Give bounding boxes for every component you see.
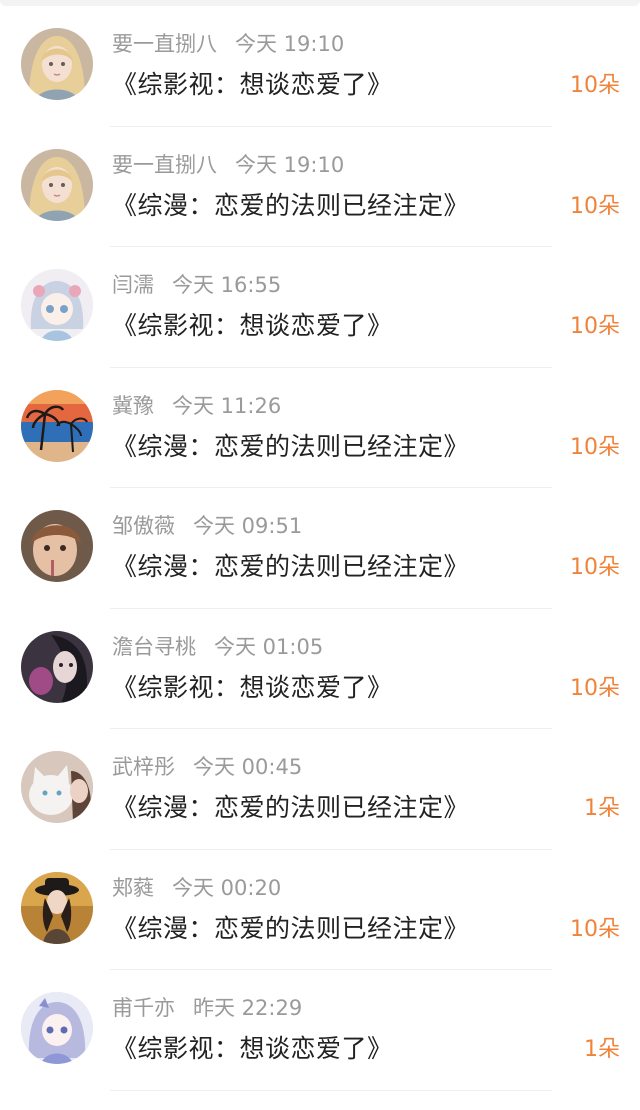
- timestamp: 今天 00:20: [172, 875, 282, 900]
- timestamp: 昨天 22:29: [193, 996, 303, 1020]
- list-item[interactable]: 甫千亦 昨天 22:29 《综影视：想谈恋爱了》 1朵: [0, 970, 640, 1091]
- book-title[interactable]: 《综影视：想谈恋爱了》: [112, 309, 393, 343]
- meta-line: 澹台寻桃 今天 01:05: [112, 633, 323, 661]
- book-title[interactable]: 《综影视：想谈恋爱了》: [112, 671, 393, 705]
- avatar-girl-blonde-icon[interactable]: [21, 148, 93, 221]
- username[interactable]: 邹傲薇: [112, 514, 175, 538]
- flower-count: 10朵: [570, 916, 620, 942]
- username[interactable]: 要一直捌八: [112, 32, 217, 56]
- avatar-dark-portrait-icon[interactable]: [21, 630, 93, 703]
- flower-count: 1朵: [584, 1037, 620, 1062]
- book-title[interactable]: 《综漫：恋爱的法则已经注定》: [112, 430, 469, 464]
- book-title[interactable]: 《综影视：想谈恋爱了》: [112, 68, 393, 102]
- list-item[interactable]: 要一直捌八 今天 19:10 《综漫：恋爱的法则已经注定》 10朵: [0, 127, 640, 247]
- meta-line: 冀豫 今天 11:26: [112, 392, 281, 420]
- username[interactable]: 要一直捌八: [112, 153, 217, 177]
- username[interactable]: 郏蕤: [112, 876, 154, 900]
- book-title[interactable]: 《综漫：恋爱的法则已经注定》: [112, 189, 469, 223]
- meta-line: 要一直捌八 今天 19:10: [112, 151, 344, 179]
- timestamp: 今天 01:05: [214, 634, 324, 659]
- meta-line: 邹傲薇 今天 09:51: [112, 512, 302, 540]
- meta-line: 要一直捌八 今天 19:10: [112, 30, 344, 58]
- list-item[interactable]: 冀豫 今天 11:26 《综漫：恋爱的法则已经注定》 10朵: [0, 368, 640, 488]
- list-item[interactable]: 郏蕤 今天 00:20 《综漫：恋爱的法则已经注定》 10朵: [0, 850, 640, 970]
- book-title[interactable]: 《综漫：恋爱的法则已经注定》: [112, 791, 469, 825]
- gift-record-list: 要一直捌八 今天 19:10 《综影视：想谈恋爱了》 10朵 要一直捌八 今天 19…: [0, 6, 640, 1091]
- timestamp: 今天 16:55: [172, 273, 282, 297]
- list-item[interactable]: 武梓彤 今天 00:45 《综漫：恋爱的法则已经注定》 1朵: [0, 729, 640, 850]
- book-title[interactable]: 《综漫：恋爱的法则已经注定》: [112, 550, 469, 584]
- avatar-palm-sunset-icon[interactable]: [21, 389, 93, 462]
- meta-line: 甫千亦 昨天 22:29: [112, 994, 302, 1022]
- flower-count: 10朵: [570, 675, 620, 701]
- meta-line: 闫濡 今天 16:55: [112, 271, 281, 299]
- flower-count: 10朵: [570, 193, 620, 219]
- book-title[interactable]: 《综影视：想谈恋爱了》: [112, 1032, 393, 1066]
- flower-count: 10朵: [570, 314, 620, 339]
- list-item[interactable]: 澹台寻桃 今天 01:05 《综影视：想谈恋爱了》 10朵: [0, 609, 640, 729]
- timestamp: 今天 09:51: [193, 514, 303, 538]
- avatar-child-icon[interactable]: [21, 510, 93, 582]
- avatar-girl-hat-icon[interactable]: [21, 871, 93, 944]
- avatar-anime-lavender-icon[interactable]: [21, 992, 93, 1064]
- flower-count: 1朵: [584, 796, 620, 821]
- username[interactable]: 澹台寻桃: [112, 635, 196, 659]
- flower-count: 10朵: [570, 73, 620, 98]
- flower-count: 10朵: [570, 434, 620, 460]
- timestamp: 今天 19:10: [235, 32, 345, 56]
- list-item[interactable]: 要一直捌八 今天 19:10 《综影视：想谈恋爱了》 10朵: [0, 6, 640, 127]
- meta-line: 武梓彤 今天 00:45: [112, 753, 302, 781]
- flower-count: 10朵: [570, 555, 620, 580]
- book-title[interactable]: 《综漫：恋爱的法则已经注定》: [112, 912, 469, 946]
- username[interactable]: 甫千亦: [112, 996, 175, 1020]
- meta-line: 郏蕤 今天 00:20: [112, 874, 281, 902]
- timestamp: 今天 19:10: [235, 152, 345, 177]
- timestamp: 今天 00:45: [193, 755, 303, 779]
- username[interactable]: 武梓彤: [112, 755, 175, 779]
- username[interactable]: 冀豫: [112, 394, 154, 418]
- list-item[interactable]: 闫濡 今天 16:55 《综影视：想谈恋爱了》 10朵: [0, 247, 640, 368]
- username[interactable]: 闫濡: [112, 273, 154, 297]
- list-item[interactable]: 邹傲薇 今天 09:51 《综漫：恋爱的法则已经注定》 10朵: [0, 488, 640, 609]
- avatar-girl-blonde-icon[interactable]: [21, 28, 93, 100]
- timestamp: 今天 11:26: [172, 393, 282, 418]
- divider: [110, 1089, 552, 1091]
- avatar-anime-girl-icon[interactable]: [21, 269, 93, 341]
- avatar-cat-icon[interactable]: [21, 751, 93, 823]
